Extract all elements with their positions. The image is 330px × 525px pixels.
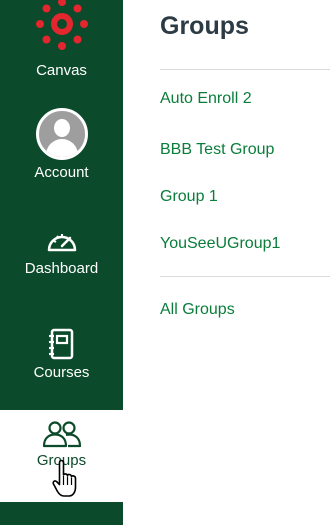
global-nav-background-lower <box>0 502 123 525</box>
global-nav: Canvas Account Dashboard Courses <box>0 0 123 525</box>
all-groups-link[interactable]: All Groups <box>160 301 235 319</box>
group-link[interactable]: BBB Test Group <box>160 141 274 159</box>
hand-cursor-icon <box>52 459 77 497</box>
divider <box>160 276 330 277</box>
groups-tray: Groups Auto Enroll 2 BBB Test Group Grou… <box>160 0 330 525</box>
divider <box>160 69 330 70</box>
courses-book-icon <box>48 328 73 360</box>
nav-item-dashboard[interactable]: Dashboard <box>0 226 123 277</box>
nav-item-label: Courses <box>33 364 90 381</box>
nav-item-label: Account <box>34 164 89 181</box>
page-title: Groups <box>160 12 249 40</box>
nav-item-account[interactable]: Account <box>0 108 123 181</box>
nav-item-label: Canvas <box>36 62 87 79</box>
group-link[interactable]: Group 1 <box>160 188 218 206</box>
group-link[interactable]: YouSeeUGroup1 <box>160 235 280 253</box>
nav-item-label: Dashboard <box>24 260 99 277</box>
dashboard-gauge-icon <box>47 234 76 252</box>
nav-item-courses[interactable]: Courses <box>0 328 123 381</box>
canvas-logo-icon <box>35 0 88 50</box>
user-avatar-icon <box>35 108 88 160</box>
groups-people-icon <box>42 421 81 448</box>
nav-item-canvas[interactable]: Canvas <box>0 0 123 79</box>
group-link[interactable]: Auto Enroll 2 <box>160 90 252 108</box>
